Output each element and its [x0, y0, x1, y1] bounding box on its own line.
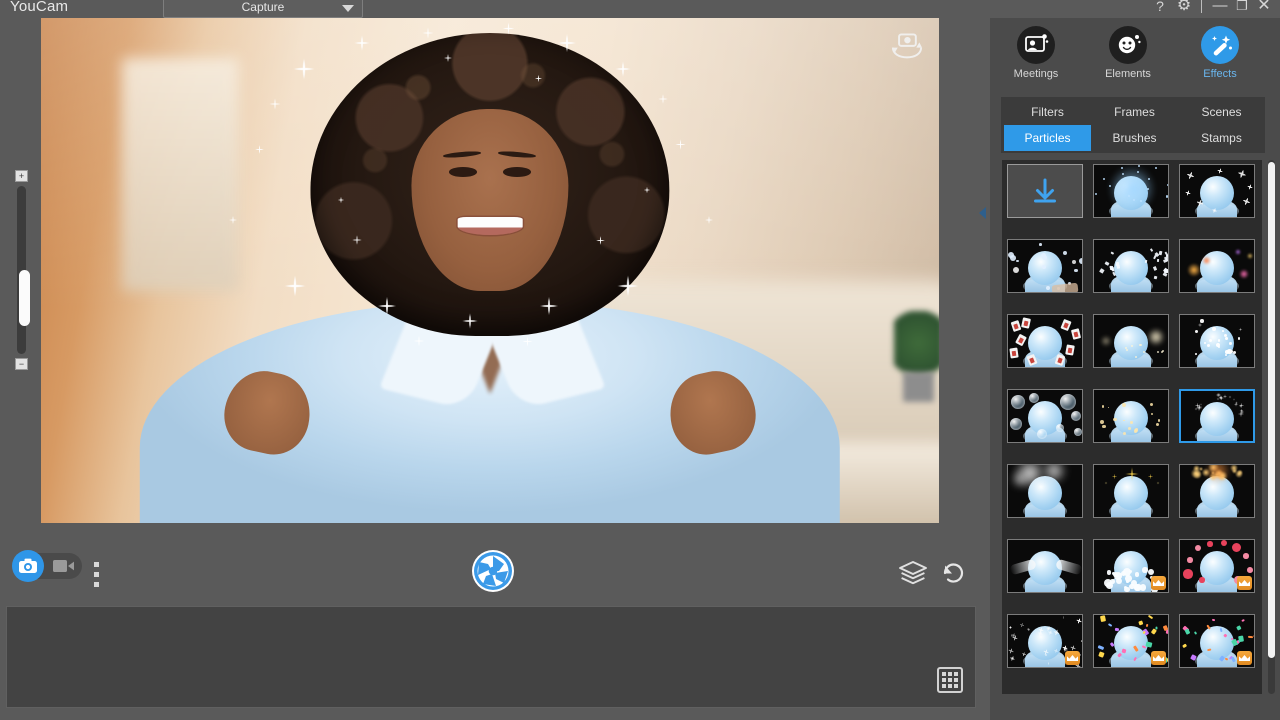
premium-crown-badge — [1237, 576, 1252, 590]
reset-icon[interactable] — [939, 560, 967, 586]
collapse-panel-chevron-left-icon[interactable] — [976, 196, 988, 230]
tab-effects-label: Effects — [1203, 68, 1237, 80]
effect-thumbnail-flare[interactable] — [1093, 314, 1169, 368]
photo-mode-button[interactable] — [12, 550, 44, 582]
tab-meetings-label: Meetings — [1013, 68, 1059, 80]
minimize-icon[interactable]: — — [1211, 0, 1229, 15]
subtab-scenes[interactable]: Scenes — [1178, 99, 1265, 125]
download-icon — [1034, 178, 1056, 203]
subtab-frames[interactable]: Frames — [1091, 99, 1178, 125]
capture-mode-label: Capture — [241, 0, 285, 14]
effects-wand-icon — [1201, 26, 1239, 64]
panel-main-tabs: Meetings Elements Effects — [990, 18, 1280, 90]
camera-switch-icon[interactable] — [889, 30, 925, 60]
tab-elements[interactable]: Elements — [1083, 26, 1173, 80]
effect-thumbnail-confetti[interactable] — [1093, 614, 1169, 668]
subtab-brushes[interactable]: Brushes — [1091, 125, 1178, 151]
camera-pane: + − — [0, 18, 982, 720]
elements-icon — [1109, 26, 1147, 64]
zoom-slider[interactable]: + − — [14, 170, 30, 370]
gear-icon[interactable]: ⚙ — [1175, 0, 1193, 15]
zoom-out-button[interactable]: − — [15, 358, 28, 370]
effect-thumbnail-glow[interactable] — [1093, 164, 1169, 218]
maximize-icon[interactable]: ❐ — [1233, 0, 1251, 15]
effect-thumbnail-smoke[interactable] — [1007, 464, 1083, 518]
capture-mode-toggle[interactable] — [12, 550, 82, 582]
effect-thumbnail-wings[interactable] — [1007, 539, 1083, 593]
meetings-icon — [1017, 26, 1055, 64]
effect-thumbnail-dust[interactable] — [1093, 389, 1169, 443]
effect-preview — [1008, 315, 1082, 367]
scrollbar-thumb[interactable] — [1268, 162, 1275, 658]
effect-preview — [1094, 465, 1168, 517]
effect-preview — [1008, 390, 1082, 442]
subtab-particles[interactable]: Particles — [1004, 125, 1091, 151]
more-options-button[interactable] — [92, 562, 101, 590]
zoom-slider-track[interactable] — [17, 186, 30, 354]
effect-preview — [1094, 315, 1168, 367]
webcam-image — [41, 18, 939, 523]
effect-preview — [1008, 465, 1082, 517]
youcam-window: YouCam Capture ? ⚙ — ❐ ✕ + − Meetings El… — [0, 0, 1280, 720]
premium-crown-badge — [1065, 651, 1080, 665]
tab-effects[interactable]: Effects — [1175, 26, 1265, 80]
shutter-capture-button[interactable] — [471, 549, 515, 593]
effect-thumbnail-shatter[interactable] — [1093, 239, 1169, 293]
close-icon[interactable]: ✕ — [1255, 0, 1273, 15]
effect-thumbnail-foam[interactable] — [1093, 539, 1169, 593]
capture-mode-dropdown[interactable]: Capture — [163, 0, 363, 18]
help-icon[interactable]: ? — [1152, 0, 1168, 15]
effect-preview — [1094, 390, 1168, 442]
premium-crown-badge — [1237, 651, 1252, 665]
download-more-effects-button[interactable] — [1007, 164, 1083, 218]
effect-preview — [1180, 240, 1254, 292]
premium-crown-badge — [1151, 576, 1166, 590]
tab-meetings[interactable]: Meetings — [991, 26, 1081, 80]
effect-thumbnail-party[interactable] — [1179, 614, 1255, 668]
effect-thumbnail-goldstar[interactable] — [1093, 464, 1169, 518]
tab-elements-label: Elements — [1105, 68, 1151, 80]
effect-preview — [1094, 240, 1168, 292]
effect-thumbnail-cards[interactable] — [1007, 314, 1083, 368]
chevron-down-icon — [342, 5, 354, 12]
effect-thumbnail-snowflakes[interactable] — [1179, 164, 1255, 218]
camera-preview[interactable] — [41, 18, 939, 523]
effect-preview — [1180, 465, 1254, 517]
grid-view-icon[interactable] — [937, 667, 963, 693]
effect-thumbnail-stars[interactable] — [1179, 389, 1255, 443]
subtab-filters[interactable]: Filters — [1004, 99, 1091, 125]
effects-panel-scrollbar[interactable] — [1268, 160, 1275, 694]
effects-thumbnail-grid[interactable] — [1002, 160, 1262, 694]
effect-thumbnail-lights[interactable] — [1179, 239, 1255, 293]
premium-crown-badge — [1151, 651, 1166, 665]
subtab-stamps[interactable]: Stamps — [1178, 125, 1265, 151]
title-bar: YouCam Capture ? ⚙ — ❐ ✕ — [0, 0, 1280, 18]
effects-sub-tabs: Filters Frames Scenes Particles Brushes … — [1001, 97, 1265, 153]
layers-icon[interactable] — [898, 560, 928, 586]
effect-thumbnail-petals[interactable] — [1179, 539, 1255, 593]
effect-preview — [1180, 165, 1254, 217]
effect-preview — [1008, 240, 1082, 292]
zoom-out-label: − — [18, 359, 25, 369]
effect-thumbnail-snowfall[interactable] — [1007, 614, 1083, 668]
effect-preview — [1181, 391, 1253, 441]
captured-media-strip[interactable] — [6, 606, 976, 708]
effect-thumbnail-bokeh[interactable] — [1007, 239, 1083, 293]
video-mode-button[interactable] — [53, 559, 75, 573]
titlebar-divider — [1201, 0, 1202, 13]
effect-thumbnail-sparkle[interactable] — [1179, 314, 1255, 368]
effect-thumbnail-fire[interactable] — [1179, 464, 1255, 518]
effect-preview — [1094, 165, 1168, 217]
zoom-in-button[interactable]: + — [15, 170, 28, 182]
effect-preview — [1180, 315, 1254, 367]
app-title: YouCam — [10, 0, 69, 15]
effect-preview — [1008, 540, 1082, 592]
zoom-in-label: + — [18, 171, 25, 181]
zoom-slider-thumb[interactable] — [19, 270, 30, 326]
effect-thumbnail-bubbles[interactable] — [1007, 389, 1083, 443]
